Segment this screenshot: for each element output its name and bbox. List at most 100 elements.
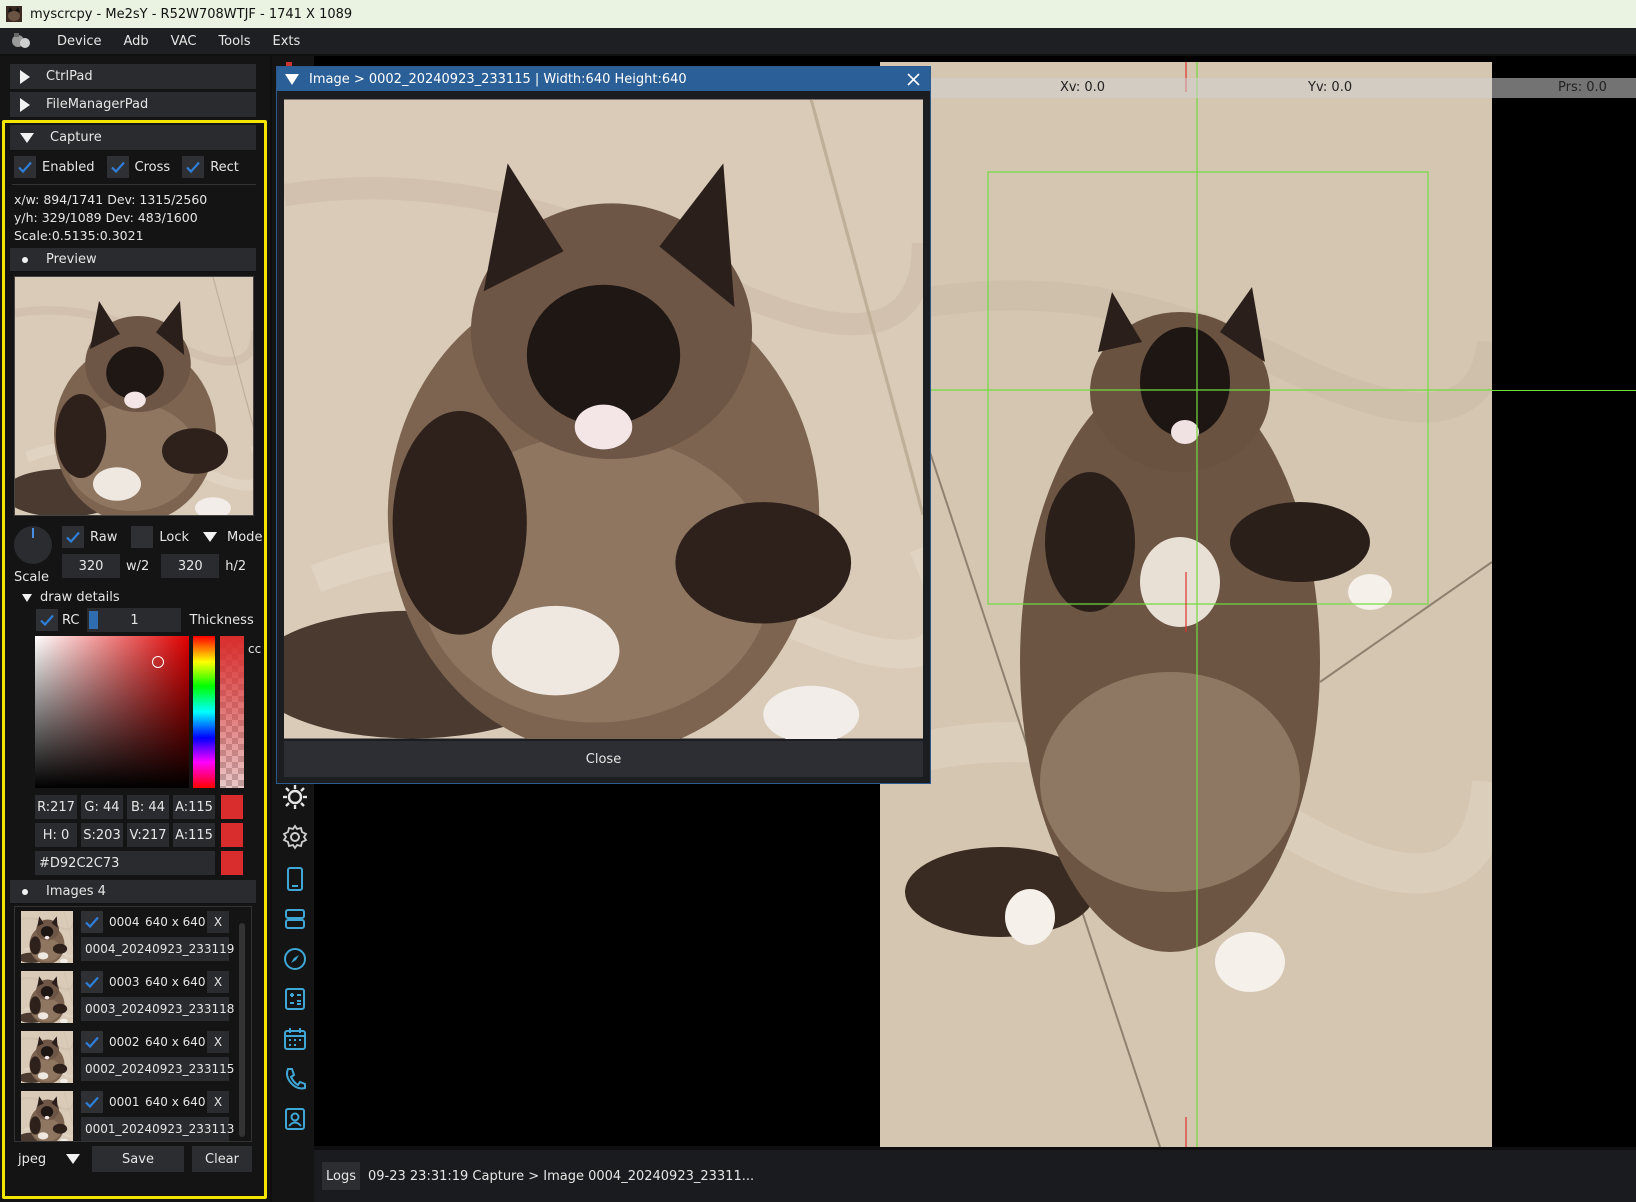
mode-label: Mode: [227, 529, 263, 545]
clear-button[interactable]: Clear: [192, 1146, 252, 1172]
saturation-input[interactable]: S:203: [81, 823, 123, 847]
menu-vac[interactable]: VAC: [160, 34, 208, 49]
mode-dropdown-icon[interactable]: [203, 532, 218, 542]
hex-input[interactable]: #D92C2C73: [35, 851, 215, 875]
remove-image-button[interactable]: X: [207, 1091, 229, 1113]
calendar-icon[interactable]: [280, 1024, 310, 1054]
sun-settings-icon[interactable]: [280, 782, 310, 812]
ctrlpad-header[interactable]: CtrlPad: [10, 64, 256, 90]
preview-header[interactable]: Preview: [10, 248, 256, 272]
capture-header[interactable]: Capture: [10, 125, 256, 151]
image-name-field[interactable]: 0001_20240923_233113: [81, 1117, 234, 1141]
image-select-checkbox[interactable]: [81, 911, 103, 933]
image-thumbnail[interactable]: [21, 1031, 73, 1083]
contact-icon[interactable]: [280, 1104, 310, 1134]
image-select-checkbox[interactable]: [81, 1031, 103, 1053]
filemanagerpad-header[interactable]: FileManagerPad: [10, 92, 256, 118]
menu-bar: Device Adb VAC Tools Exts: [0, 28, 1636, 55]
lock-label: Lock: [159, 529, 190, 545]
image-list-item[interactable]: 0002 640 x 640 X 0002_20240923_233115: [19, 1029, 234, 1085]
image-dialog-picture: [284, 99, 923, 739]
image-dialog-close-button[interactable]: Close: [284, 741, 923, 777]
saturation-value-picker[interactable]: [35, 636, 189, 788]
logs-button[interactable]: Logs: [322, 1162, 360, 1190]
image-dialog-header[interactable]: Image > 0002_20240923_233115 | Width:640…: [277, 67, 930, 91]
cross-label: Cross: [134, 159, 171, 175]
menu-exts[interactable]: Exts: [261, 34, 311, 49]
image-thumbnail[interactable]: [21, 911, 73, 963]
collapse-arrow-icon[interactable]: [285, 73, 299, 85]
menu-device[interactable]: Device: [46, 34, 112, 49]
remove-image-button[interactable]: X: [207, 911, 229, 933]
call-icon[interactable]: [280, 1064, 310, 1094]
draw-details-toggle[interactable]: draw details: [22, 590, 120, 605]
thickness-slider[interactable]: 1: [87, 608, 182, 632]
hsva-row: H: 0 S:203 V:217 A:115: [35, 823, 243, 847]
device-screen-image[interactable]: [880, 62, 1492, 1147]
raw-checkbox[interactable]: [62, 526, 84, 548]
hue-input[interactable]: H: 0: [35, 823, 77, 847]
image-name-field[interactable]: 0003_20240923_233118: [81, 997, 234, 1021]
images-header[interactable]: Images 4: [10, 880, 256, 904]
image-list-item[interactable]: 0001 640 x 640 X 0001_20240923_233113: [19, 1089, 234, 1142]
alpha-slider[interactable]: [220, 636, 244, 788]
gear-icon[interactable]: [280, 822, 310, 852]
cross-checkbox[interactable]: [106, 156, 129, 178]
menu-tools[interactable]: Tools: [207, 34, 261, 49]
window-title-bar: myscrcpy - Me2sY - R52W708WTJF - 1741 X …: [0, 0, 1636, 28]
image-select-checkbox[interactable]: [81, 971, 103, 993]
slider-grab[interactable]: [89, 611, 99, 629]
app-logo-icon[interactable]: [10, 31, 32, 51]
picker-cursor[interactable]: [152, 656, 164, 668]
capture-preview-image: [14, 276, 254, 516]
server-icon[interactable]: [280, 904, 310, 934]
format-dropdown[interactable]: jpeg: [14, 1146, 84, 1172]
raw-lock-mode-row: Raw Lock Mode: [62, 526, 262, 548]
enabled-label: Enabled: [42, 159, 95, 175]
clipped-label: cc: [248, 642, 262, 656]
red-input[interactable]: R:217: [35, 795, 77, 819]
size-row: 320 w/2 320 h/2: [62, 554, 246, 578]
rect-checkbox[interactable]: [182, 156, 205, 178]
scale-knob[interactable]: [14, 526, 52, 564]
color-swatch[interactable]: [221, 795, 243, 819]
close-icon[interactable]: [907, 73, 920, 86]
lock-checkbox[interactable]: [131, 526, 154, 548]
images-list[interactable]: 0004 640 x 640 X 0004_20240923_233119 00…: [14, 906, 252, 1142]
image-select-checkbox[interactable]: [81, 1091, 103, 1113]
hue-slider[interactable]: [193, 636, 215, 788]
rc-thickness-row: RC 1 Thickness: [36, 608, 254, 632]
compass-icon[interactable]: [280, 944, 310, 974]
thickness-label: Thickness: [189, 612, 254, 628]
height-input[interactable]: 320: [161, 554, 220, 578]
images-count-label: Images 4: [46, 884, 106, 899]
alpha-input[interactable]: A:115: [173, 795, 215, 819]
green-input[interactable]: G: 44: [81, 795, 123, 819]
image-dialog[interactable]: Image > 0002_20240923_233115 | Width:640…: [276, 66, 931, 784]
width-input[interactable]: 320: [62, 554, 120, 578]
calculator-icon[interactable]: [280, 984, 310, 1014]
collapsed-arrow-icon: [20, 97, 30, 112]
remove-image-button[interactable]: X: [207, 1031, 229, 1053]
remove-image-button[interactable]: X: [207, 971, 229, 993]
screen-black-margin: [1492, 62, 1636, 1147]
color-swatch[interactable]: [221, 851, 243, 875]
ctrlpad-label: CtrlPad: [46, 69, 93, 84]
image-list-item[interactable]: 0003 640 x 640 X 0003_20240923_233118: [19, 969, 234, 1025]
image-thumbnail[interactable]: [21, 971, 73, 1023]
image-name-field[interactable]: 0004_20240923_233119: [81, 937, 234, 961]
save-button[interactable]: Save: [92, 1146, 184, 1172]
alpha-input-hsv[interactable]: A:115: [173, 823, 215, 847]
preview-label: Preview: [46, 252, 97, 267]
menu-adb[interactable]: Adb: [112, 34, 159, 49]
value-input[interactable]: V:217: [127, 823, 169, 847]
blue-input[interactable]: B: 44: [127, 795, 169, 819]
image-thumbnail[interactable]: [21, 1091, 73, 1142]
phone-icon[interactable]: [280, 864, 310, 894]
color-swatch[interactable]: [221, 823, 243, 847]
rc-checkbox[interactable]: [36, 609, 58, 631]
images-scrollbar[interactable]: [239, 923, 245, 1137]
enabled-checkbox[interactable]: [14, 156, 36, 178]
image-list-item[interactable]: 0004 640 x 640 X 0004_20240923_233119: [19, 909, 234, 965]
image-name-field[interactable]: 0002_20240923_233115: [81, 1057, 234, 1081]
